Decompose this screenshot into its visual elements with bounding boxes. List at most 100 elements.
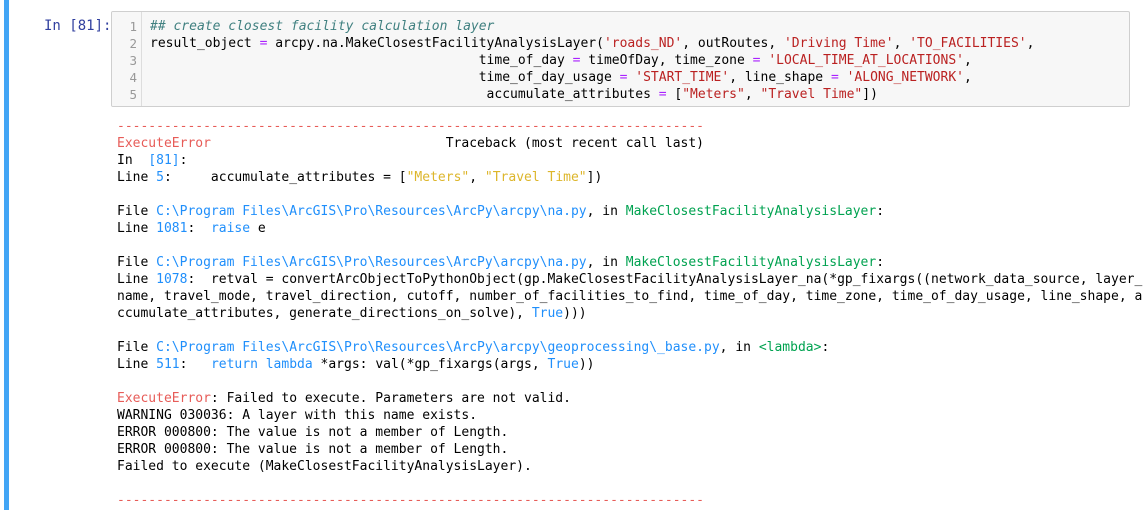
code-token: Line [117, 357, 157, 372]
line-number: 4 [129, 70, 137, 85]
output-line: Line 5: accumulate_attributes = ["Meters… [117, 169, 1127, 186]
code-token: = [658, 87, 667, 102]
code-token: 1081 [156, 221, 188, 236]
code-token: 'roads_ND' [603, 36, 683, 51]
line-number: 5 [129, 87, 137, 102]
code-token: MakeClosestFacilityAnalysisLayer [625, 204, 877, 219]
code-token: WARNING 030036: A layer with this name e… [117, 408, 478, 423]
code-token: time_of_day [150, 53, 573, 68]
code-token: : [187, 221, 211, 236]
code-token: ))) [563, 306, 587, 321]
code-token: Line [117, 221, 157, 236]
code-token: "Meters" [682, 87, 745, 102]
code-token: True [547, 357, 579, 372]
code-token: accumulate_attributes [150, 87, 659, 102]
code-token: ----------------------------------------… [117, 119, 704, 134]
error-output: ----------------------------------------… [117, 118, 1142, 509]
code-line: ## create closest facility calculation l… [150, 18, 1034, 35]
code-token: ExecuteError [117, 391, 211, 406]
code-token: 'LOCAL_TIME_AT_LOCATIONS' [768, 53, 964, 68]
cell-prompt: In [81]: [44, 18, 112, 34]
code-token: , in [586, 204, 626, 219]
code-token: <lambda> [758, 340, 822, 355]
code-token: *args: val(*gp_fixargs(args, [312, 357, 548, 372]
code-token: Line [117, 272, 157, 287]
output-line: ----------------------------------------… [117, 118, 1127, 135]
output-line: ----------------------------------------… [117, 492, 1127, 509]
code-token: timeOfDay, time_zone [580, 53, 753, 68]
code-token: , [964, 70, 972, 85]
code-token: ccumulate_attributes, generate_direction… [117, 306, 532, 321]
code-token: "Travel Time" [484, 170, 587, 185]
code-token: , [469, 170, 485, 185]
line-number: 2 [129, 36, 137, 51]
output-line: File C:\Program Files\ArcGIS\Pro\Resourc… [117, 203, 1127, 220]
code-token: "Travel Time" [760, 87, 863, 102]
code-token: True [531, 306, 564, 321]
line-number: 1 [129, 19, 137, 34]
code-token: result_object [150, 36, 260, 51]
code-token: : accumulate_attributes = [ [163, 170, 407, 185]
code-editor[interactable]: ## create closest facility calculation l… [150, 18, 1034, 103]
output-line: File C:\Program Files\ArcGIS\Pro\Resourc… [117, 339, 1127, 356]
code-token: 1078 [156, 272, 188, 287]
output-line: Line 511: return lambda *args: val(*gp_f… [117, 356, 1127, 373]
code-token: ----------------------------------------… [117, 493, 704, 508]
code-token: lambda [265, 357, 313, 372]
code-token: raise [210, 221, 251, 236]
output-line: Line 1081: raise e [117, 220, 1127, 237]
code-token: 'START_TIME' [635, 70, 730, 85]
code-token: arcpy.na.MakeClosestFacilityAnalysisLaye… [267, 36, 604, 51]
code-token: : [876, 204, 885, 219]
output-line: ExecuteError Traceback (most recent call… [117, 135, 1127, 152]
code-line: result_object = arcpy.na.MakeClosestFaci… [150, 35, 1034, 52]
code-token: time_of_day_usage [150, 70, 620, 85]
code-token: , in [586, 255, 626, 270]
output-line: Failed to execute (MakeClosestFacilityAn… [117, 458, 1127, 475]
code-token: return [210, 357, 258, 372]
code-token: ]) [862, 87, 878, 102]
output-line: ccumulate_attributes, generate_direction… [117, 305, 1127, 322]
code-token: ERROR 000800: The value is not a member … [117, 442, 509, 457]
code-token: : retval = convertArcObjectToPythonObjec… [187, 272, 1143, 287]
code-token: C:\Program Files\ArcGIS\Pro\Resources\Ar… [156, 255, 587, 270]
code-token: : [876, 255, 885, 270]
code-token: [81] [148, 153, 180, 168]
code-token: name, travel_mode, travel_direction, cut… [117, 289, 1143, 304]
code-token: C:\Program Files\ArcGIS\Pro\Resources\Ar… [156, 204, 587, 219]
code-token: 511 [156, 357, 180, 372]
output-line: WARNING 030036: A layer with this name e… [117, 407, 1127, 424]
code-token: [ [666, 87, 683, 102]
code-token: ExecuteError [117, 136, 211, 151]
output-line: Line 1078: retval = convertArcObjectToPy… [117, 271, 1142, 288]
code-token: , outRoutes, [682, 36, 784, 51]
code-token: )) [578, 357, 595, 372]
code-token: 5 [156, 170, 164, 185]
code-token: 'ALONG_NETWORK' [846, 70, 964, 85]
output-line: In [81]: [117, 152, 1127, 169]
code-token: , [1026, 36, 1035, 51]
code-token: , line_shape [729, 70, 831, 85]
code-token: In [117, 153, 149, 168]
cell-selection-bar [4, 0, 9, 510]
code-token: Failed to execute (MakeClosestFacilityAn… [117, 459, 532, 474]
code-token: 'Driving Time' [783, 36, 894, 51]
output-line: File C:\Program Files\ArcGIS\Pro\Resourc… [117, 254, 1127, 271]
code-token: File [117, 204, 157, 219]
code-token: MakeClosestFacilityAnalysisLayer [625, 255, 877, 270]
notebook-cell[interactable]: In [81]: 1 2 3 4 5 ## create closest facilit… [0, 0, 1144, 510]
output-line: ExecuteError: Failed to execute. Paramet… [117, 390, 1127, 407]
code-token: , [963, 53, 972, 68]
output-line: ERROR 000800: The value is not a member … [117, 424, 1127, 441]
output-line: name, travel_mode, travel_direction, cut… [117, 288, 1142, 305]
code-token: , in [719, 340, 759, 355]
code-token: File [117, 340, 157, 355]
code-input-area[interactable]: 1 2 3 4 5 ## create closest facility calcula… [111, 11, 1130, 107]
code-token: File [117, 255, 157, 270]
